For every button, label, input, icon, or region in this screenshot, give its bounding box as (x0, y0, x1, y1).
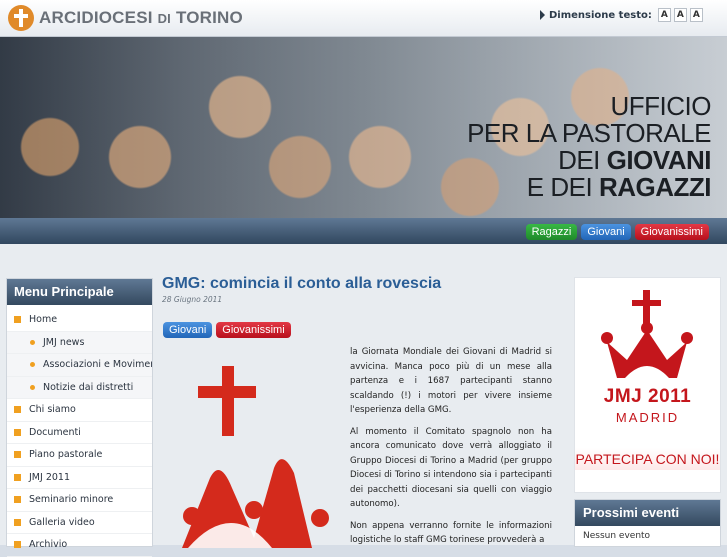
top-header: ARCIDIOCESI DI TORINO Dimensione testo: … (0, 0, 727, 37)
tag-giovani[interactable]: Giovani (163, 322, 213, 338)
menu-item-piano-pastorale[interactable]: Piano pastorale (7, 444, 152, 467)
menu-item-chi-siamo[interactable]: Chi siamo (7, 399, 152, 422)
font-size-large-button[interactable]: A (689, 8, 703, 22)
site-logo[interactable]: ARCIDIOCESI DI TORINO (8, 5, 243, 31)
hero-banner: UFFICIO PER LA PASTORALE DEI GIOVANI E D… (0, 37, 727, 222)
menu-item-archivio[interactable]: Archivio (7, 534, 152, 557)
section-tabs: Ragazzi Giovani Giovanissimi (525, 224, 709, 240)
font-size-label: Dimensione testo: (549, 9, 652, 21)
tab-giovanissimi[interactable]: Giovanissimi (634, 224, 709, 240)
menu-item-seminario-minore[interactable]: Seminario minore (7, 489, 152, 512)
article: GMG: comincia il conto alla rovescia 28 … (162, 274, 560, 548)
menu-item-jmj-news[interactable]: JMJ news (7, 331, 152, 354)
events-title: Prossimi eventi (575, 500, 720, 526)
diocese-cross-icon (8, 5, 34, 31)
article-paragraph: la Giornata Mondiale dei Giovani di Madr… (350, 347, 552, 415)
menu-item-home[interactable]: Home (7, 309, 152, 332)
menu-item-notizie-distretti[interactable]: Notizie dai distretti (7, 376, 152, 399)
menu-item-associazioni[interactable]: Associazioni e Movimenti (7, 354, 152, 377)
tab-giovani[interactable]: Giovani (581, 224, 631, 240)
main-menu: Menu Principale Home JMJ news Associazio… (6, 278, 153, 557)
font-size-control: Dimensione testo: A A A (540, 8, 703, 22)
menu-item-galleria-video[interactable]: Galleria video (7, 512, 152, 534)
logo-text: ARCIDIOCESI DI TORINO (39, 8, 243, 27)
tab-ragazzi[interactable]: Ragazzi (525, 224, 578, 240)
right-column: JMJ 2011 MADRID PARTECIPA CON NOI! Pross… (574, 277, 721, 547)
jmj-city: MADRID (615, 410, 680, 425)
article-date: 28 Giugno 2011 (162, 295, 223, 304)
jmj-logo-image (182, 366, 329, 548)
font-size-small-button[interactable]: A (657, 8, 671, 22)
events-box: Prossimi eventi Nessun evento (574, 499, 721, 547)
article-body: la Giornata Mondiale dei Giovani di Madr… (350, 345, 552, 555)
jmj-cta[interactable]: PARTECIPA CON NOI! (575, 448, 720, 470)
menu-item-documenti[interactable]: Documenti (7, 422, 152, 444)
page-content: Menu Principale Home JMJ news Associazio… (0, 244, 727, 557)
jmj-2011-banner[interactable]: JMJ 2011 MADRID PARTECIPA CON NOI! (574, 277, 721, 493)
article-paragraph: Al momento il Comitato spagnolo non ha a… (350, 426, 552, 510)
triangle-right-icon (540, 10, 545, 20)
jmj-cross-crown-icon (601, 290, 693, 378)
menu-item-jmj-2011[interactable]: JMJ 2011 (7, 467, 152, 489)
article-tags: Giovani Giovanissimi (163, 322, 291, 338)
font-size-medium-button[interactable]: A (673, 8, 687, 22)
article-paragraph: Non appena verranno fornite le informazi… (350, 520, 552, 546)
tag-giovanissimi[interactable]: Giovanissimi (216, 322, 291, 338)
main-menu-title: Menu Principale (7, 279, 152, 305)
banner-title: UFFICIO PER LA PASTORALE DEI GIOVANI E D… (467, 91, 711, 202)
article-title[interactable]: GMG: comincia il conto alla rovescia (162, 274, 560, 294)
jmj-title: JMJ 2011 (603, 386, 692, 407)
events-empty-text: Nessun evento (583, 531, 651, 541)
